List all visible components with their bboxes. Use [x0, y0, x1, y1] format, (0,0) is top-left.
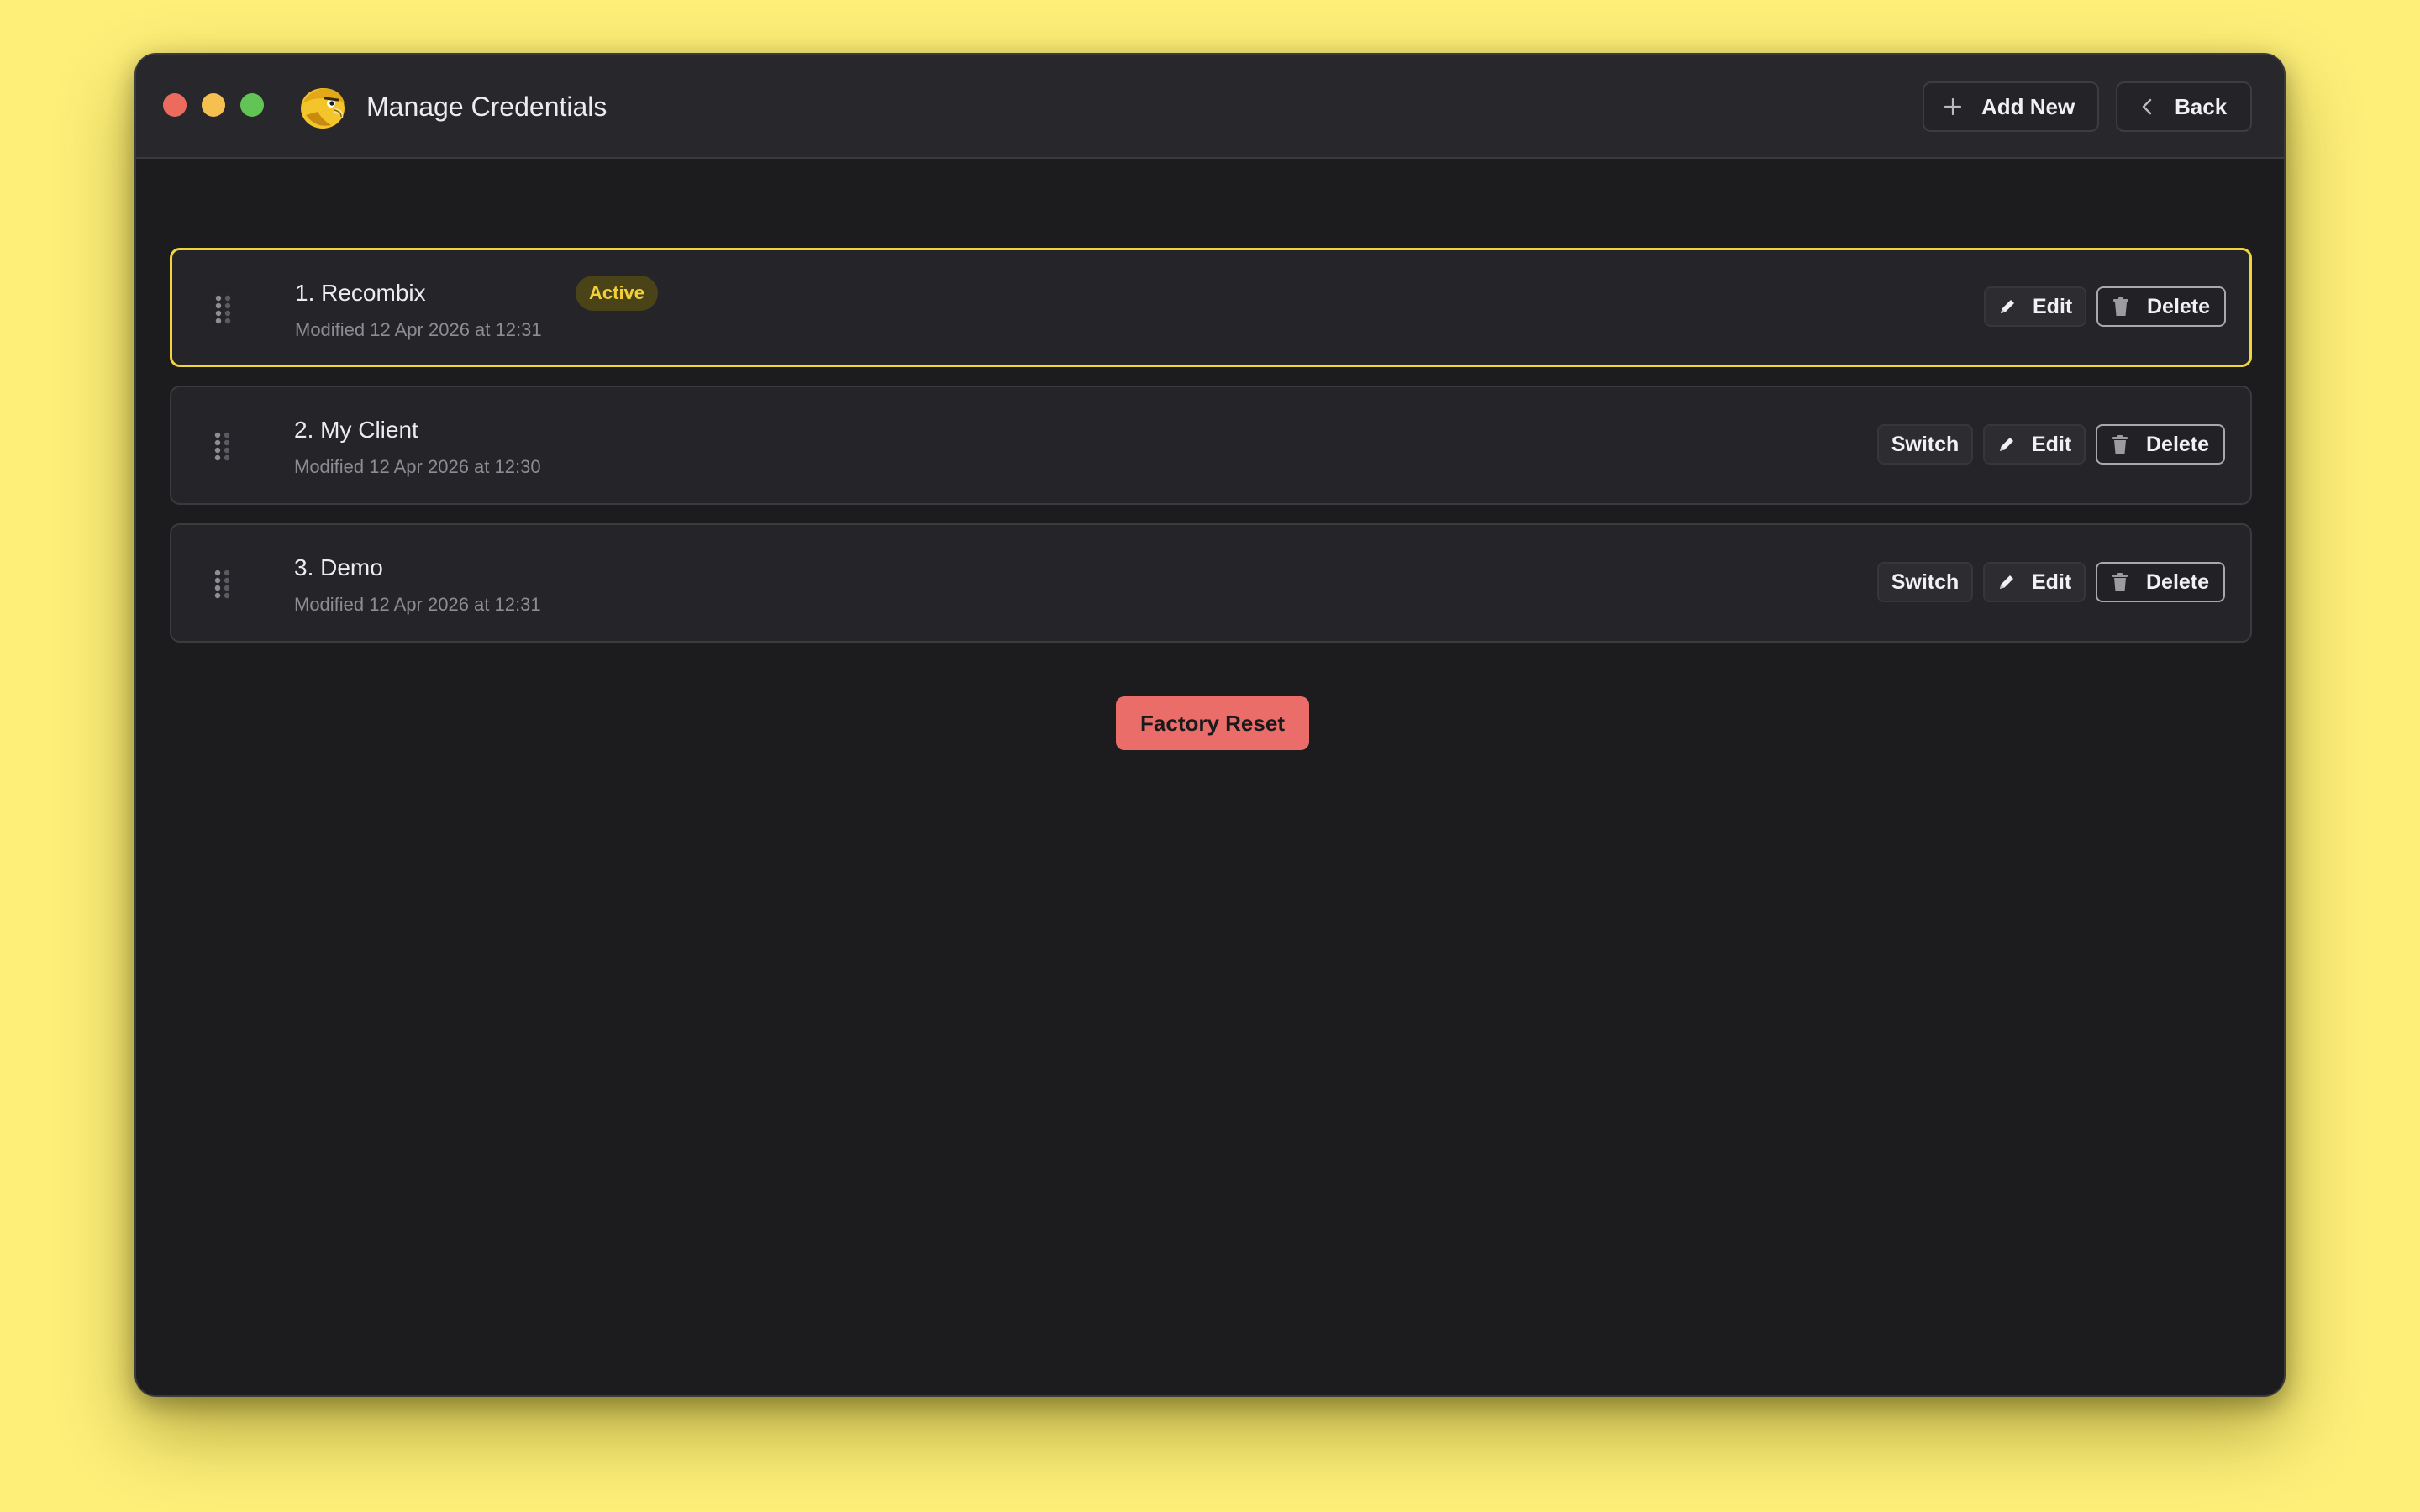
pencil-icon	[1996, 434, 2017, 454]
factory-reset-button[interactable]: Factory Reset	[1116, 696, 1309, 750]
add-new-label: Add New	[1981, 93, 2075, 119]
credential-title: 3. Demo	[294, 554, 383, 580]
credentials-content: 1. Recombix Active Modified 12 Apr 2026 …	[136, 159, 2284, 1395]
add-new-button[interactable]: Add New	[1923, 81, 2099, 132]
edit-button[interactable]: Edit	[1984, 286, 2086, 327]
edit-label: Edit	[2033, 294, 2073, 318]
edit-button[interactable]: Edit	[1983, 424, 2086, 465]
page-title: Manage Credentials	[366, 92, 608, 122]
delete-label: Delete	[2147, 294, 2211, 318]
delete-label: Delete	[2146, 432, 2210, 456]
credential-card[interactable]: 2. My Client Modified 12 Apr 2026 at 12:…	[170, 386, 2252, 505]
trash-icon	[2112, 297, 2130, 317]
switch-button[interactable]: Switch	[1877, 562, 1973, 602]
switch-label: Switch	[1891, 432, 1960, 456]
delete-button[interactable]: Delete	[2096, 562, 2225, 602]
switch-button[interactable]: Switch	[1877, 424, 1973, 465]
back-label: Back	[2175, 93, 2228, 119]
plus-icon	[1943, 97, 1963, 117]
credential-title: 1. Recombix	[295, 280, 426, 306]
title-bar: Manage Credentials Add New Back	[136, 55, 2284, 159]
edit-label: Edit	[2032, 432, 2072, 456]
credential-modified: Modified 12 Apr 2026 at 12:30	[294, 456, 541, 477]
drag-handle-icon[interactable]	[213, 569, 232, 599]
trash-icon	[2111, 572, 2129, 592]
factory-reset-label: Factory Reset	[1140, 710, 1285, 736]
credential-card[interactable]: 3. Demo Modified 12 Apr 2026 at 12:31 Sw…	[170, 523, 2252, 643]
edit-label: Edit	[2032, 570, 2072, 594]
status-badge: Active	[576, 276, 659, 311]
trash-icon	[2111, 434, 2129, 454]
zoom-window-button[interactable]	[240, 93, 264, 117]
back-button[interactable]: Back	[2116, 81, 2252, 132]
close-window-button[interactable]	[163, 93, 187, 117]
pencil-icon	[1997, 297, 2018, 317]
pencil-icon	[1996, 572, 2017, 592]
credential-modified: Modified 12 Apr 2026 at 12:31	[295, 319, 542, 340]
delete-button[interactable]: Delete	[2096, 286, 2226, 327]
switch-label: Switch	[1891, 570, 1960, 594]
credential-card[interactable]: 1. Recombix Active Modified 12 Apr 2026 …	[170, 248, 2252, 367]
app-window: Manage Credentials Add New Back 1. Recom…	[134, 53, 2286, 1397]
delete-label: Delete	[2146, 570, 2210, 594]
eagle-logo-icon	[297, 81, 348, 132]
minimize-window-button[interactable]	[202, 93, 225, 117]
delete-button[interactable]: Delete	[2096, 424, 2225, 465]
credential-modified: Modified 12 Apr 2026 at 12:31	[294, 594, 541, 615]
chevron-left-icon	[2139, 97, 2156, 117]
edit-button[interactable]: Edit	[1983, 562, 2086, 602]
credential-title: 2. My Client	[294, 417, 418, 443]
drag-handle-icon[interactable]	[214, 294, 233, 324]
drag-handle-icon[interactable]	[213, 431, 232, 461]
